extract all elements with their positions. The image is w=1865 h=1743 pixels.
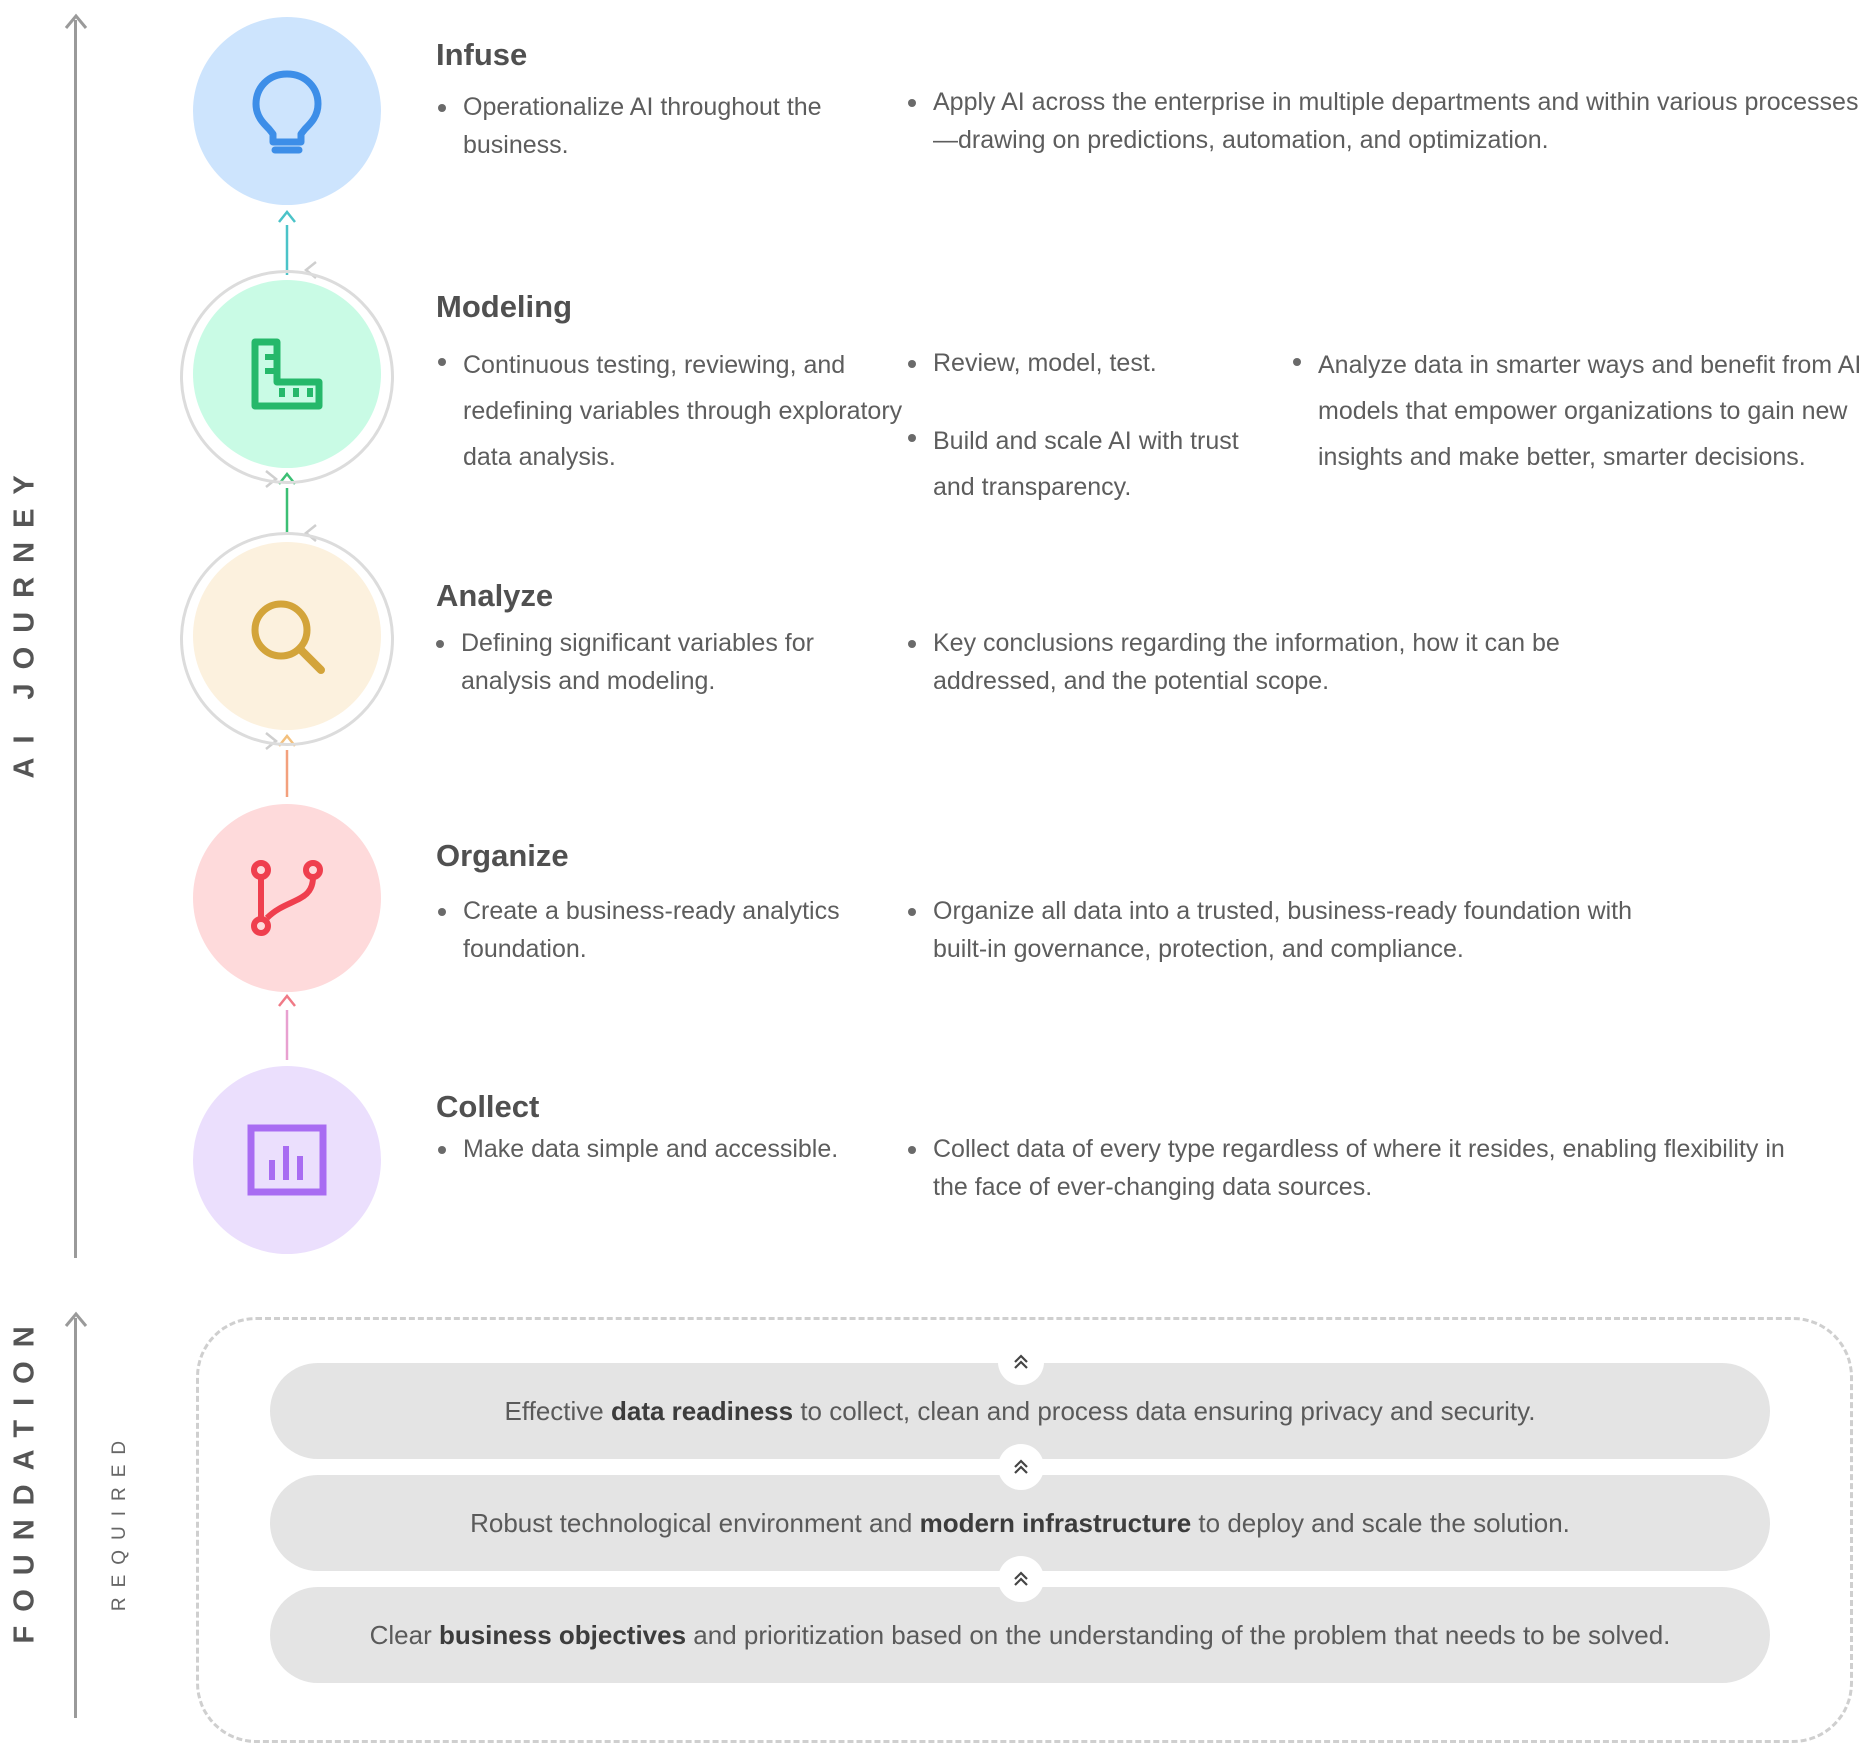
double-chevron-up-icon (998, 1339, 1044, 1385)
infrastructure-text-post: to deploy and scale the solution. (1191, 1507, 1570, 1538)
infrastructure-text-bold: modern infrastructure (919, 1507, 1192, 1538)
lightbulb-icon (252, 70, 322, 154)
analyze-col2-item: Key conclusions regarding the informatio… (906, 624, 1583, 700)
infuse-circle (193, 17, 381, 205)
required-label: REQUIRED (109, 1430, 130, 1612)
objectives-text-pre: Clear (369, 1619, 439, 1650)
organize-circle (193, 804, 381, 992)
double-chevron-up-icon (998, 1444, 1044, 1490)
double-chevron-up-icon (998, 1556, 1044, 1602)
magnifier-icon (251, 600, 325, 674)
readiness-text-pre: Effective (504, 1395, 611, 1426)
modeling-col1-item: Continuous testing, reviewing, and redef… (436, 342, 903, 480)
modeling-col2-item: Build and scale AI with trust and transp… (906, 418, 1253, 510)
ruler-icon (251, 338, 323, 410)
collect-col2-item: Collect data of every type regardless of… (906, 1130, 1793, 1206)
foundation-label: FOUNDATION (8, 1312, 41, 1644)
readiness-text-post: to collect, clean and process data ensur… (793, 1395, 1536, 1426)
infuse-col2-item: Apply AI across the enterprise in multip… (906, 83, 1865, 159)
objectives-text-bold: business objectives (438, 1619, 687, 1650)
collect-circle (193, 1066, 381, 1254)
organize-col1-item: Create a business-ready analytics founda… (436, 892, 843, 968)
branch-icon (251, 860, 323, 936)
analyze-title: Analyze (436, 578, 554, 613)
objectives-text-post: and prioritization based on the understa… (686, 1619, 1671, 1650)
modeling-circle (193, 280, 381, 468)
bar-chart-icon (247, 1124, 327, 1196)
organize-title: Organize (436, 838, 569, 873)
analyze-circle (193, 542, 381, 730)
organize-col2-item: Organize all data into a trusted, busine… (906, 892, 1673, 968)
analyze-col1-item: Defining significant variables for analy… (434, 624, 901, 700)
modeling-col2-item: Review, model, test. (906, 344, 1273, 382)
infuse-col1-item: Operationalize AI throughout the busines… (436, 88, 883, 164)
infrastructure-text-pre: Robust technological environment and (470, 1507, 920, 1538)
infuse-title: Infuse (436, 37, 528, 72)
foundation-arrowhead (64, 1311, 88, 1327)
collect-col1-item: Make data simple and accessible. (436, 1130, 903, 1168)
collect-title: Collect (436, 1089, 540, 1124)
modeling-title: Modeling (436, 289, 573, 324)
modeling-col3-item: Analyze data in smarter ways and benefit… (1291, 342, 1865, 480)
readiness-text-bold: data readiness (611, 1395, 794, 1426)
foundation-axis (74, 1318, 77, 1718)
